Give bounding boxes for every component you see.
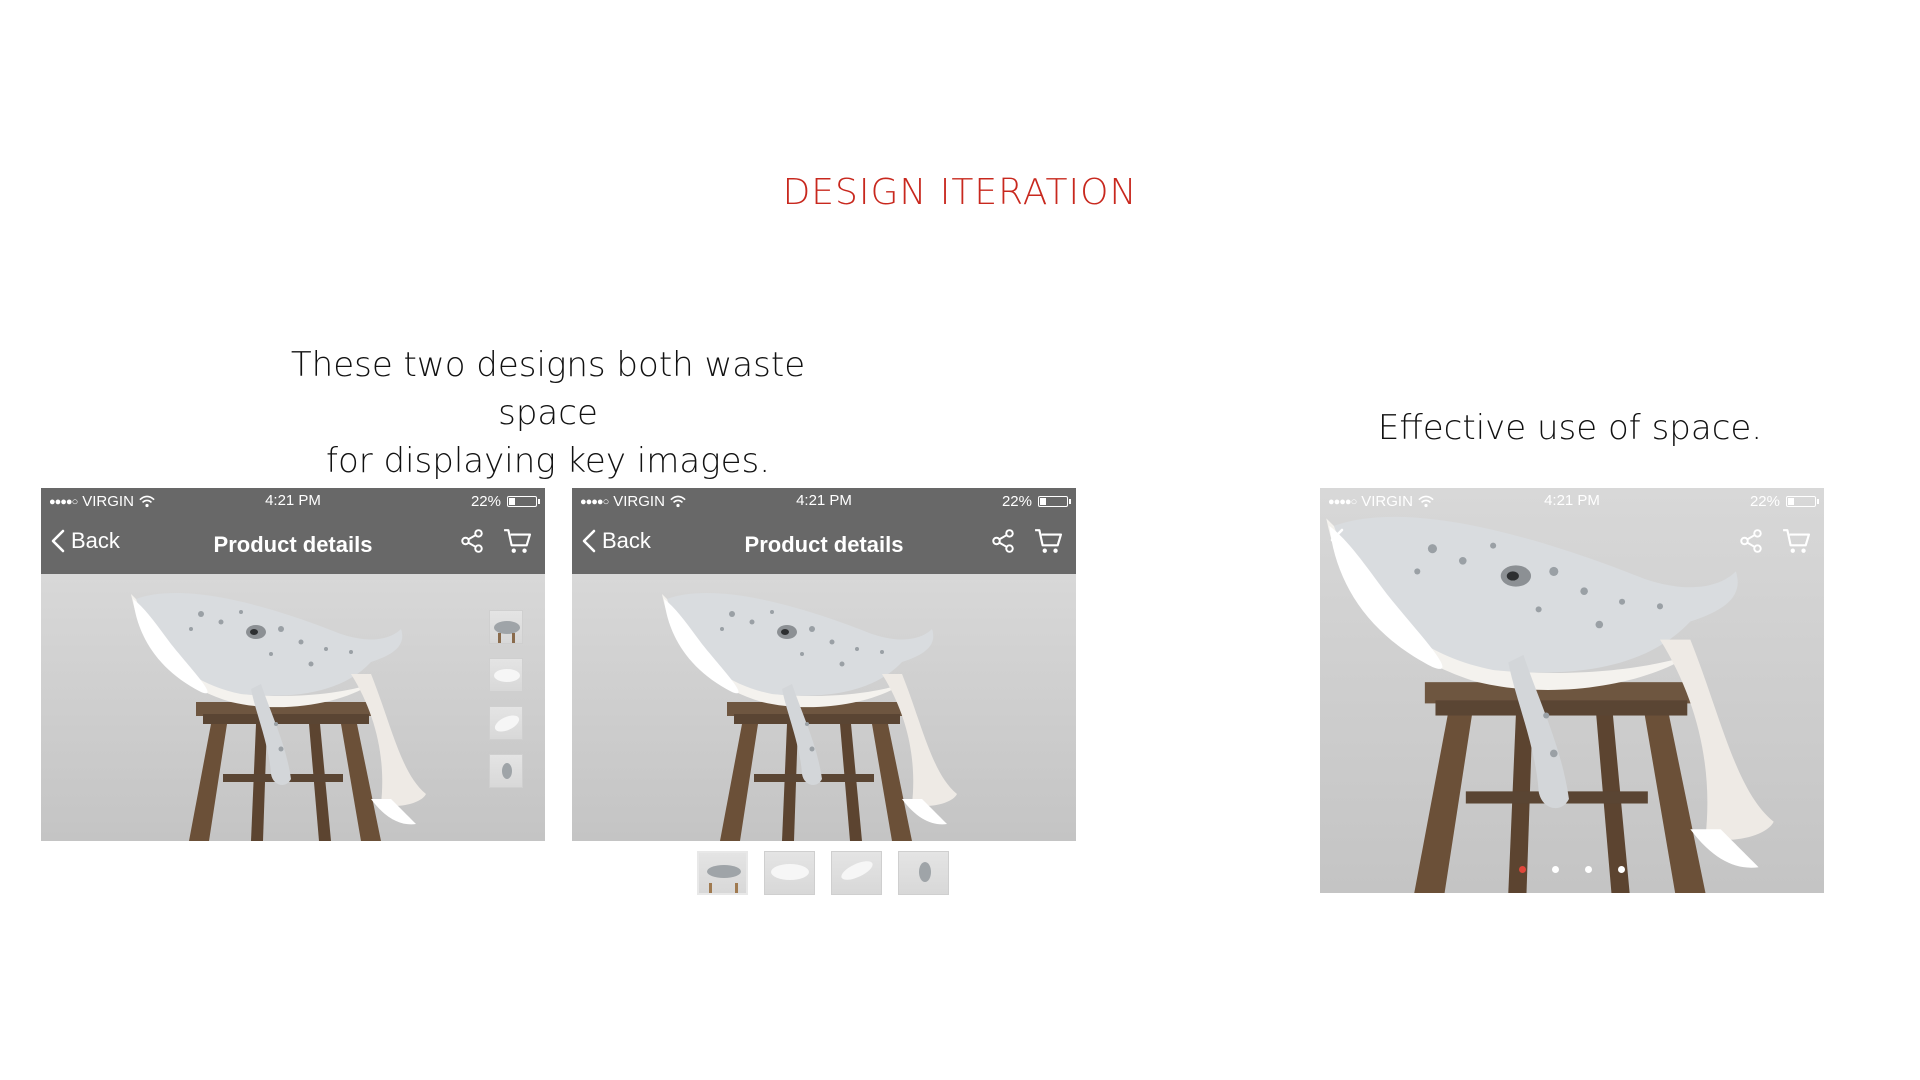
product-image[interactable] <box>41 574 545 841</box>
thumbnail-strip <box>489 610 523 788</box>
mockup-thumbnails-on-image: ●●●●○ VIRGIN 4:21 PM 22% Back Product det… <box>41 488 545 841</box>
mockup-thumbnails-below-image: ●●●●○ VIRGIN 4:21 PM 22% Back Product det… <box>572 488 1076 841</box>
thumbnail-strip-below <box>697 851 949 895</box>
thumbnail[interactable] <box>489 658 523 692</box>
left-caption-line-2: for displaying key images. <box>325 441 771 481</box>
battery-percent: 22% <box>1001 493 1032 510</box>
thumbnail[interactable] <box>898 851 949 895</box>
page-title: DESIGN ITERATION <box>782 172 1138 213</box>
status-bar: ●●●●○ VIRGIN 4:21 PM 22% <box>1320 488 1824 514</box>
nav-bar: Back Product details <box>572 514 1076 574</box>
nav-bar: Back Product details <box>41 514 545 574</box>
chevron-left-icon <box>1330 528 1344 552</box>
battery-icon <box>507 496 540 507</box>
share-icon[interactable] <box>459 528 485 554</box>
nav-bar <box>1320 514 1824 574</box>
status-bar: ●●●●○ VIRGIN 4:21 PM 22% <box>41 488 545 514</box>
thumbnail[interactable] <box>764 851 815 895</box>
back-button[interactable] <box>1330 528 1344 552</box>
cart-icon[interactable] <box>1034 528 1062 554</box>
cart-icon[interactable] <box>503 528 531 554</box>
left-caption: These two designs both waste space for d… <box>248 341 848 485</box>
battery-icon <box>1038 496 1071 507</box>
battery-icon <box>1786 496 1819 507</box>
thumbnail[interactable] <box>489 706 523 740</box>
page-indicator[interactable] <box>1320 866 1824 873</box>
page-dot[interactable] <box>1552 866 1559 873</box>
status-time: 4:21 PM <box>796 492 852 509</box>
status-time: 4:21 PM <box>265 492 321 509</box>
thumbnail[interactable] <box>697 851 748 895</box>
left-caption-line-1: These two designs both waste space <box>290 345 806 433</box>
page-dot-active[interactable] <box>1519 866 1526 873</box>
thumbnail[interactable] <box>489 610 523 644</box>
right-caption: Effective use of space. <box>1377 408 1763 448</box>
cart-icon[interactable] <box>1782 528 1810 554</box>
battery-percent: 22% <box>470 493 501 510</box>
battery-percent: 22% <box>1749 493 1780 510</box>
share-icon[interactable] <box>990 528 1016 554</box>
product-image[interactable] <box>572 574 1076 841</box>
page-dot[interactable] <box>1618 866 1625 873</box>
mockup-fullscreen-pager: ●●●●○ VIRGIN 4:21 PM 22% <box>1320 488 1824 893</box>
thumbnail[interactable] <box>831 851 882 895</box>
page-dot[interactable] <box>1585 866 1592 873</box>
thumbnail[interactable] <box>489 754 523 788</box>
status-time: 4:21 PM <box>1544 492 1600 509</box>
share-icon[interactable] <box>1738 528 1764 554</box>
status-bar: ●●●●○ VIRGIN 4:21 PM 22% <box>572 488 1076 514</box>
